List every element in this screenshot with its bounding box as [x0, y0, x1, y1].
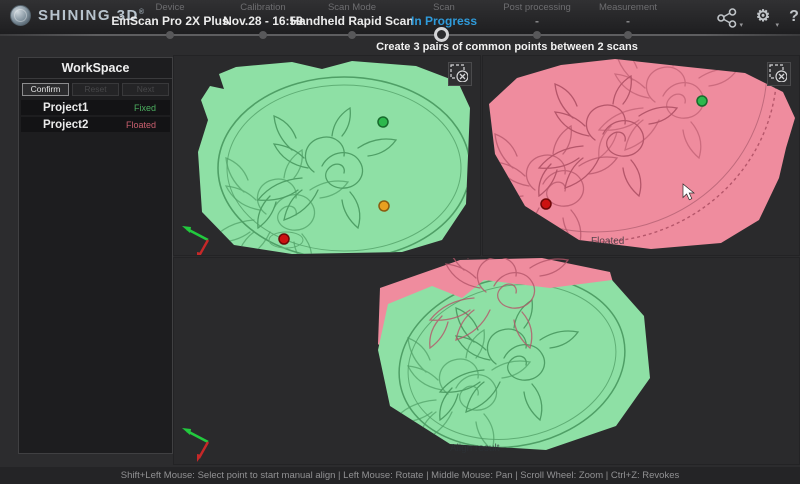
progress-dot-scan-mode — [348, 31, 356, 39]
reset-button[interactable]: Reset — [72, 83, 119, 96]
project-name: Project1 — [21, 102, 134, 114]
align-point-red — [279, 234, 289, 244]
help-icon[interactable]: ? ▾ — [781, 8, 800, 28]
deselect-icon — [768, 63, 787, 82]
nav-step-value: - — [558, 14, 698, 29]
fixed-scan-canvas — [174, 56, 480, 255]
nav-step-label: Measurement — [558, 2, 698, 14]
progress-dot-device — [166, 31, 174, 39]
floated-scan-canvas — [483, 56, 799, 255]
scan-mesh-pink — [489, 59, 795, 249]
align-point-green — [378, 117, 388, 127]
project-status-badge: Floated — [126, 120, 170, 130]
workspace-buttons: Confirm Reset Next — [19, 79, 172, 100]
status-bar-text: Shift+Left Mouse: Select point to start … — [121, 470, 680, 481]
workspace-title: WorkSpace — [19, 58, 172, 79]
confirm-button[interactable]: Confirm — [22, 83, 69, 96]
project-row-1[interactable]: Project1 Fixed — [21, 100, 170, 115]
progress-dot-calibration — [259, 31, 267, 39]
project-row-2[interactable]: Project2 Floated — [21, 117, 170, 132]
share-icon-glyph — [716, 8, 738, 28]
deselect-points-button[interactable] — [448, 62, 472, 86]
help-glyph: ? — [789, 8, 799, 25]
shining3d-globe-icon — [10, 5, 31, 26]
axes-triad-icon — [182, 428, 208, 462]
result-scan-canvas — [174, 258, 799, 464]
status-bar: Shift+Left Mouse: Select point to start … — [0, 467, 800, 484]
viewport-fixed-scan[interactable] — [173, 55, 481, 256]
align-point-red — [541, 199, 551, 209]
settings-gear-icon[interactable]: ⚙ ▾ — [750, 8, 776, 28]
nav-step-measurement[interactable]: Measurement - — [558, 2, 698, 29]
merged-scan — [378, 258, 650, 464]
progress-ring-scan-active — [434, 27, 449, 42]
chevron-down-icon: ▾ — [739, 21, 743, 29]
chevron-down-icon: ▾ — [775, 21, 779, 29]
project-status-badge: Fixed — [134, 103, 170, 113]
align-point-green — [697, 96, 707, 106]
workspace-panel: WorkSpace Confirm Reset Next Project1 Fi… — [18, 57, 173, 454]
deselect-points-button[interactable] — [767, 62, 791, 86]
hint-message: Create 3 pairs of common points between … — [376, 41, 638, 53]
viewport-align-result[interactable]: Align result — [173, 257, 800, 465]
align-point-orange — [379, 201, 389, 211]
viewport-label-floated: Floated — [591, 236, 624, 247]
viewport-label-result: Align result — [450, 443, 499, 454]
top-bar: SHINING 3D® Device EinScan Pro 2X Plus C… — [0, 0, 800, 35]
app-window: SHINING 3D® Device EinScan Pro 2X Plus C… — [0, 0, 800, 484]
axes-triad-icon — [182, 226, 208, 255]
project-name: Project2 — [21, 119, 126, 131]
viewport-floated-scan[interactable]: Floated — [482, 55, 800, 256]
next-button[interactable]: Next — [122, 83, 169, 96]
progress-line — [0, 34, 800, 36]
share-icon[interactable]: ▾ — [714, 8, 740, 28]
progress-dot-measurement — [624, 31, 632, 39]
progress-dot-post-processing — [533, 31, 541, 39]
deselect-icon — [449, 63, 468, 82]
